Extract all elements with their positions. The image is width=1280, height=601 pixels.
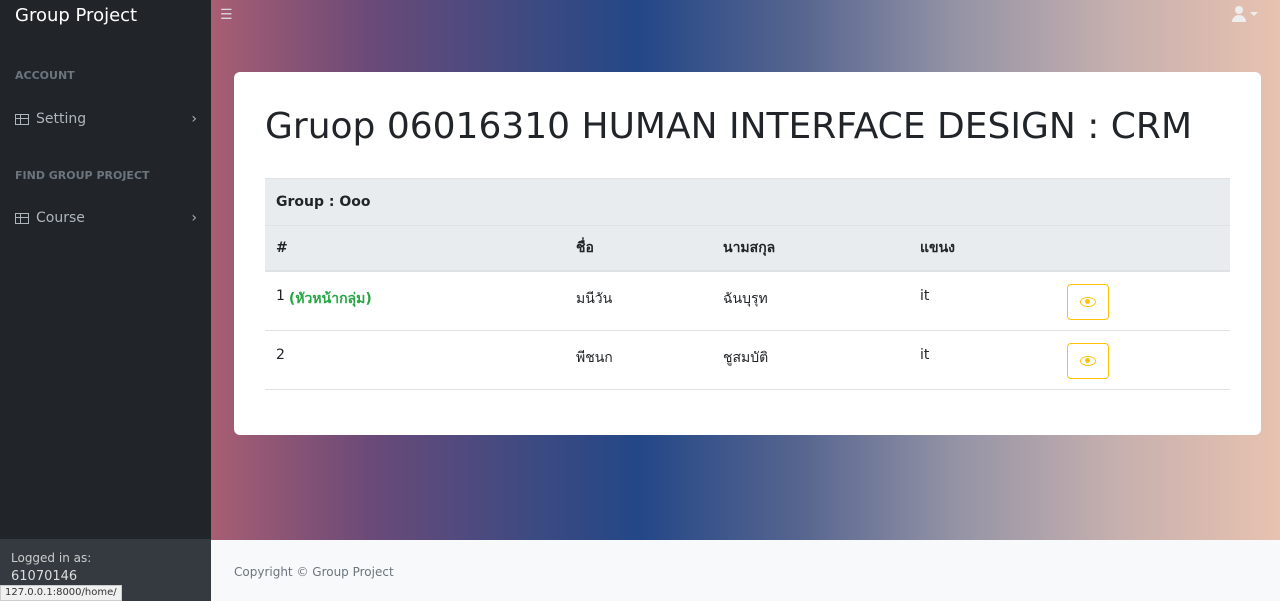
members-table: Group : Ooo # ชื่อ นามสกุล แขนง 1 (หัวหน… xyxy=(265,178,1230,390)
branch: it xyxy=(920,288,930,304)
eye-icon xyxy=(1080,297,1096,307)
col-number: # xyxy=(276,240,288,256)
row-number: 1 (หัวหน้ากลุ่ม) xyxy=(276,272,372,330)
caret-down-icon xyxy=(1250,12,1258,16)
page-footer: Copyright © Group Project xyxy=(211,540,1280,601)
view-button[interactable] xyxy=(1067,284,1109,320)
user-icon xyxy=(1232,6,1246,22)
col-first-name: ชื่อ xyxy=(576,240,594,256)
logged-in-user: 61070146 xyxy=(11,569,78,584)
eye-icon xyxy=(1080,356,1096,366)
row-number-value: 1 xyxy=(276,288,285,304)
branch: it xyxy=(920,347,930,363)
brand-title[interactable]: Group Project xyxy=(15,5,137,26)
chevron-right-icon: › xyxy=(191,111,197,127)
last-name: ชูสมบัติ xyxy=(723,350,769,366)
user-menu[interactable] xyxy=(1232,6,1258,22)
table-icon xyxy=(15,212,29,224)
hamburger-icon[interactable]: ☰ xyxy=(220,7,233,23)
section-heading-account: ACCOUNT xyxy=(15,69,75,82)
content-card: Gruop 06016310 HUMAN INTERFACE DESIGN : … xyxy=(234,72,1261,435)
section-heading-find-group: FIND GROUP PROJECT xyxy=(15,169,150,182)
table-icon xyxy=(15,113,29,125)
chevron-right-icon: › xyxy=(191,210,197,226)
view-cell xyxy=(1067,331,1109,389)
table-row: 2 พีชนก ชูสมบัติ it xyxy=(265,331,1230,390)
view-cell xyxy=(1067,272,1109,330)
copyright-text: Copyright © Group Project xyxy=(234,565,394,579)
first-name: พีชนก xyxy=(576,350,613,366)
sidebar-item-label: Course xyxy=(36,210,85,226)
col-branch: แขนง xyxy=(920,240,955,256)
sidebar: Group Project ACCOUNT Setting › FIND GRO… xyxy=(0,0,211,601)
table-header: # ชื่อ นามสกุล แขนง xyxy=(265,225,1230,272)
last-name: ฉันบุรุท xyxy=(723,291,768,307)
row-number-value: 2 xyxy=(276,347,285,363)
col-last-name: นามสกุล xyxy=(723,240,776,256)
row-number: 2 xyxy=(276,331,285,389)
group-header: Group : Ooo xyxy=(265,178,1230,225)
sidebar-item-setting[interactable]: Setting › xyxy=(0,99,211,139)
sidebar-item-label: Setting xyxy=(36,111,87,127)
first-name: มนีวัน xyxy=(576,291,613,307)
table-row: 1 (หัวหน้ากลุ่ม) มนีวัน ฉันบุรุท it xyxy=(265,272,1230,331)
view-button[interactable] xyxy=(1067,343,1109,379)
page-title: Gruop 06016310 HUMAN INTERFACE DESIGN : … xyxy=(265,106,1192,147)
leader-tag: (หัวหน้ากลุ่ม) xyxy=(288,291,372,307)
status-url: 127.0.0.1:8000/home/ xyxy=(0,585,122,601)
sidebar-item-course[interactable]: Course › xyxy=(0,198,211,238)
logged-in-label: Logged in as: xyxy=(11,551,92,565)
